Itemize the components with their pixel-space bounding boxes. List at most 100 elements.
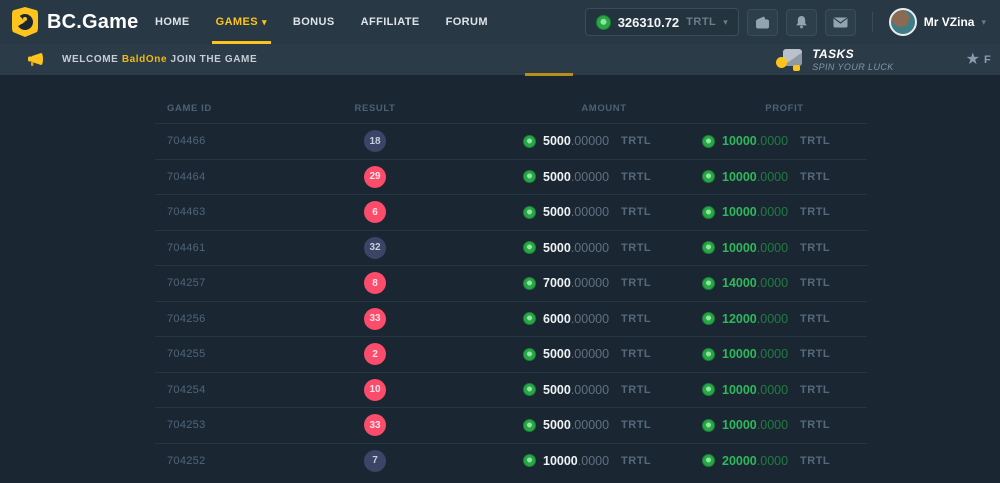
trtl-coin-icon [523,348,536,361]
profit-value: 10000 [722,205,757,219]
profit-currency: TRTL [800,455,830,467]
amount-currency: TRTL [621,206,651,218]
profit-value: 10000 [722,418,757,432]
result-badge: 8 [364,272,386,294]
envelope-icon [833,17,848,28]
trtl-coin-icon [702,206,715,219]
bets-table: GAME ID RESULT AMOUNT PROFIT 704466 18 5… [155,94,867,478]
amount-value: 5000 [543,241,571,255]
game-id: 704461 [155,242,295,254]
table-row[interactable]: 704257 8 7000.00000TRTL 14000.0000TRTL [155,265,867,301]
table-row[interactable]: 704461 32 5000.00000TRTL 10000.0000TRTL [155,230,867,266]
table-header: GAME ID RESULT AMOUNT PROFIT [155,94,867,123]
nav-bonus[interactable]: BONUS [280,0,348,44]
result-badge: 33 [364,308,386,330]
trtl-coin-icon [702,383,715,396]
result-badge: 18 [364,130,386,152]
table-row[interactable]: 704463 6 5000.00000TRTL 10000.0000TRTL [155,194,867,230]
amount-currency: TRTL [621,384,651,396]
table-row[interactable]: 704466 18 5000.00000TRTL 10000.0000TRTL [155,123,867,159]
game-id: 704252 [155,455,295,467]
amount-currency: TRTL [621,348,651,360]
game-id: 704254 [155,384,295,396]
trtl-coin-icon [702,312,715,325]
amount-value: 5000 [543,134,571,148]
table-row[interactable]: 704254 10 5000.00000TRTL 10000.0000TRTL [155,372,867,408]
profit-value: 10000 [722,170,757,184]
wallet-button[interactable] [747,9,778,36]
result-badge: 7 [364,450,386,472]
amount-currency: TRTL [621,419,651,431]
messages-button[interactable] [825,9,856,36]
trtl-coin-icon [702,277,715,290]
result-badge: 10 [364,379,386,401]
profit-currency: TRTL [800,277,830,289]
amount-currency: TRTL [621,455,651,467]
amount-currency: TRTL [621,135,651,147]
main-nav: HOME GAMES ▾ BONUS AFFILIATE FORUM [142,0,501,44]
result-badge: 33 [364,414,386,436]
wallet-icon [755,16,770,29]
profit-value: 10000 [722,241,757,255]
column-result: RESULT [295,103,455,114]
trtl-coin-icon [523,312,536,325]
table-row[interactable]: 704253 33 5000.00000TRTL 10000.0000TRTL [155,407,867,443]
trtl-coin-icon [702,454,715,467]
nav-forum[interactable]: FORUM [433,0,501,44]
tasks-widget[interactable]: TASKS SPIN YOUR LUCK [776,47,893,72]
amount-value: 10000 [543,454,578,468]
announcement-username: BaldOne [122,54,167,65]
profit-value: 14000 [722,276,757,290]
result-badge: 32 [364,237,386,259]
profit-currency: TRTL [800,313,830,325]
chevron-down-icon: ▾ [981,17,986,28]
favorites-button[interactable]: ★ F [966,52,996,68]
profit-currency: TRTL [800,135,830,147]
trtl-coin-icon [523,277,536,290]
tasks-subtitle: SPIN YOUR LUCK [812,62,893,72]
game-id: 704257 [155,277,295,289]
trtl-coin-icon [702,135,715,148]
brand-logo[interactable]: BC.Game [0,7,142,37]
nav-affiliate[interactable]: AFFILIATE [348,0,433,44]
trtl-coin-icon [596,15,611,30]
amount-value: 6000 [543,312,571,326]
header-divider [872,12,873,32]
column-game-id: GAME ID [155,103,295,114]
trtl-coin-icon [523,170,536,183]
trtl-coin-icon [523,383,536,396]
balance-currency: TRTL [686,16,716,28]
tasks-title: TASKS [812,47,893,61]
active-tab-indicator [525,73,573,76]
nav-games[interactable]: GAMES ▾ [203,0,280,44]
megaphone-icon [26,52,45,68]
brand-name: BC.Game [47,11,138,34]
trtl-coin-icon [523,419,536,432]
notifications-button[interactable] [786,9,817,36]
announcement-message: WELCOME BaldOne JOIN THE GAME [62,54,257,65]
profit-value: 10000 [722,347,757,361]
amount-value: 5000 [543,347,571,361]
table-row[interactable]: 704464 29 5000.00000TRTL 10000.0000TRTL [155,159,867,195]
profit-value: 12000 [722,312,757,326]
table-row[interactable]: 704252 7 10000.0000TRTL 20000.0000TRTL [155,443,867,479]
trtl-coin-icon [523,135,536,148]
profit-currency: TRTL [800,419,830,431]
amount-value: 5000 [543,418,571,432]
favorites-label: F [984,54,996,66]
balance-selector[interactable]: 326310.72 TRTL ▾ [585,8,739,36]
user-menu[interactable]: Mr VZina ▾ [889,8,986,36]
profit-currency: TRTL [800,384,830,396]
chevron-down-icon: ▾ [723,17,728,28]
table-row[interactable]: 704255 2 5000.00000TRTL 10000.0000TRTL [155,336,867,372]
amount-value: 5000 [543,383,571,397]
profit-value: 20000 [722,454,757,468]
nav-home[interactable]: HOME [142,0,203,44]
profit-currency: TRTL [800,348,830,360]
avatar [889,8,917,36]
game-id: 704256 [155,313,295,325]
table-row[interactable]: 704256 33 6000.00000TRTL 12000.0000TRTL [155,301,867,337]
announcement-bar: WELCOME BaldOne JOIN THE GAME TASKS SPIN… [0,44,1000,75]
column-profit: PROFIT [685,103,867,114]
profit-value: 10000 [722,134,757,148]
